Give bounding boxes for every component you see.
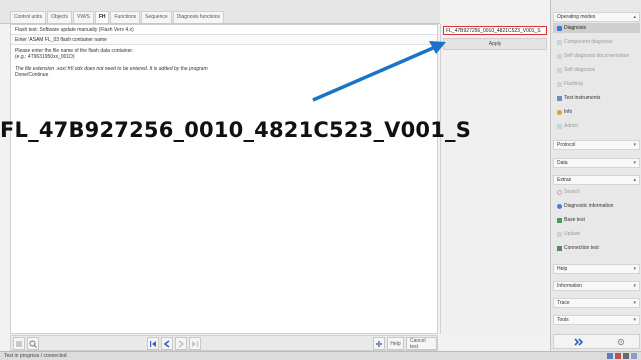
filename-callout: FL_47B927256_0010_4821C523_V001_S: [0, 118, 472, 142]
annotation-arrow: [312, 41, 446, 102]
